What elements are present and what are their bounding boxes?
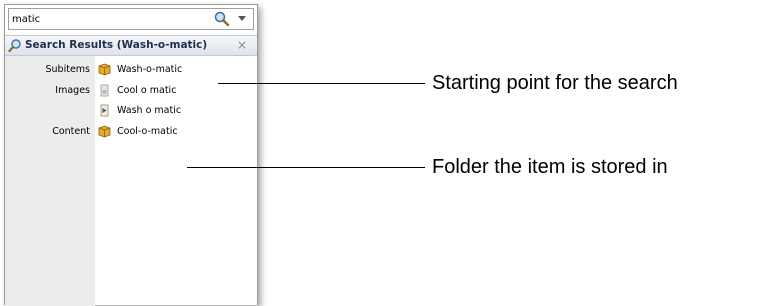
result-item-cool-o-matic-image[interactable]: Cool o matic bbox=[95, 82, 245, 100]
result-item-label: Cool o matic bbox=[117, 85, 177, 96]
close-icon[interactable]: × bbox=[234, 37, 250, 53]
package-icon bbox=[98, 125, 111, 138]
results-header: Search Results (Wash-o-matic) × bbox=[5, 35, 257, 56]
result-item-label: Wash o matic bbox=[117, 105, 182, 116]
result-item-wash-o-matic-image[interactable]: Wash o matic bbox=[95, 102, 245, 120]
callout-folder: Folder the item is stored in bbox=[432, 156, 668, 178]
callout-line-folder bbox=[187, 167, 425, 168]
search-bar bbox=[8, 8, 254, 30]
results-title: Search Results (Wash-o-matic) bbox=[25, 39, 208, 51]
magnifier-icon[interactable] bbox=[213, 11, 231, 27]
result-item-cool-o-matic[interactable]: Cool-o-matic bbox=[95, 123, 245, 141]
search-results-panel: Search Results (Wash-o-matic) × Subitems… bbox=[4, 4, 258, 306]
callout-line-starting-point bbox=[218, 83, 425, 84]
callout-starting-point: Starting point for the search bbox=[432, 72, 678, 94]
result-item-wash-o-matic[interactable]: Wash-o-matic bbox=[95, 61, 245, 79]
category-label-images: Images bbox=[55, 85, 90, 96]
package-icon bbox=[98, 63, 111, 76]
image-file-icon bbox=[100, 84, 109, 97]
magnifier-icon bbox=[8, 39, 21, 53]
category-label-subitems: Subitems bbox=[45, 64, 91, 75]
search-input[interactable] bbox=[9, 9, 212, 29]
image-file-icon bbox=[100, 104, 109, 117]
result-item-label: Wash-o-matic bbox=[117, 64, 183, 75]
result-item-label: Cool-o-matic bbox=[117, 126, 178, 137]
dropdown-arrow-icon[interactable] bbox=[237, 15, 247, 23]
category-label-content: Content bbox=[52, 126, 90, 137]
